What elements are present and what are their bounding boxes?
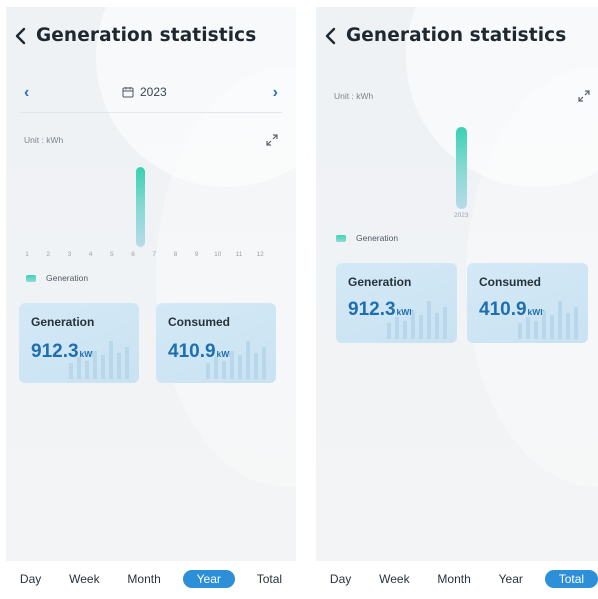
divider <box>20 112 282 113</box>
page-title: Generation statistics <box>346 25 567 46</box>
selected-year: 2023 <box>140 85 167 99</box>
x-tick-label: 9 <box>194 251 199 258</box>
tab-day[interactable]: Day <box>14 570 47 588</box>
tab-year[interactable]: Year <box>182 570 235 588</box>
chevron-right-icon[interactable]: › <box>273 84 278 102</box>
card-label: Generation <box>348 275 412 289</box>
tab-week[interactable]: Week <box>63 570 105 588</box>
x-tick-label: 2023 <box>454 212 469 219</box>
header: Generation statistics <box>14 25 256 46</box>
back-icon[interactable] <box>14 26 28 46</box>
card-label: Consumed <box>479 275 542 289</box>
chevron-left-icon[interactable]: ‹ <box>24 84 29 102</box>
chart-legend: Generation <box>26 273 88 283</box>
card-label: Consumed <box>168 315 231 329</box>
expand-icon[interactable] <box>266 134 278 146</box>
x-tick-label: 8 <box>173 251 178 258</box>
generation-card: Generation 912.3 kWh <box>336 263 457 343</box>
legend-swatch <box>26 274 36 282</box>
x-tick-label: 12 <box>256 251 264 258</box>
x-tick-label: 2 <box>46 251 50 258</box>
page-title: Generation statistics <box>36 25 257 46</box>
card-label: Generation <box>31 315 95 329</box>
tab-total[interactable]: Total <box>544 570 598 588</box>
x-tick-label: 5 <box>109 251 114 258</box>
back-icon[interactable] <box>324 26 338 46</box>
header: Generation statistics <box>324 25 566 46</box>
bars-decoration <box>206 341 266 379</box>
unit-label: Unit : kWh <box>24 135 64 145</box>
tab-total[interactable]: Total <box>251 570 288 588</box>
tab-month[interactable]: Month <box>431 570 476 588</box>
chart-legend: Generation <box>336 233 398 243</box>
screen-total-view: Generation statistics Unit : kWh 2023 Ge… <box>316 7 598 597</box>
chart-bar-month-6 <box>136 167 145 247</box>
x-tick-label: 6 <box>131 251 135 258</box>
x-tick-label: 1 <box>25 251 29 258</box>
tab-month[interactable]: Month <box>121 570 166 588</box>
legend-swatch <box>336 234 346 242</box>
date-navigator: ‹ 2023 › <box>20 83 282 105</box>
expand-icon[interactable] <box>578 90 590 102</box>
bars-decoration <box>387 301 447 339</box>
x-tick-label: 3 <box>67 251 72 258</box>
x-tick-label: 10 <box>214 251 222 258</box>
chart-bar-2023 <box>456 127 467 209</box>
generation-card: Generation 912.3 kWh <box>19 303 139 383</box>
calendar-icon <box>122 87 134 98</box>
unit-label: Unit : kWh <box>334 91 374 101</box>
period-tab-bar: Day Week Month Year Total <box>316 561 598 597</box>
x-tick-label: 4 <box>88 251 93 258</box>
tab-day[interactable]: Day <box>324 570 357 588</box>
tab-year[interactable]: Year <box>493 570 529 588</box>
legend-label: Generation <box>46 273 89 283</box>
bars-decoration <box>69 341 129 379</box>
legend-label: Generation <box>356 233 399 243</box>
tab-week[interactable]: Week <box>373 570 415 588</box>
x-tick-label: 11 <box>235 251 243 258</box>
screen-year-view: Generation statistics ‹ 2023 › Unit : kW… <box>6 7 296 597</box>
consumed-card: Consumed 410.9 kWh <box>156 303 276 383</box>
bars-decoration <box>518 301 578 339</box>
period-tab-bar: Day Week Month Year Total <box>6 561 296 597</box>
consumed-card: Consumed 410.9 kWh <box>467 263 588 343</box>
x-tick-label: 7 <box>152 251 156 258</box>
date-picker[interactable]: 2023 <box>122 85 167 99</box>
